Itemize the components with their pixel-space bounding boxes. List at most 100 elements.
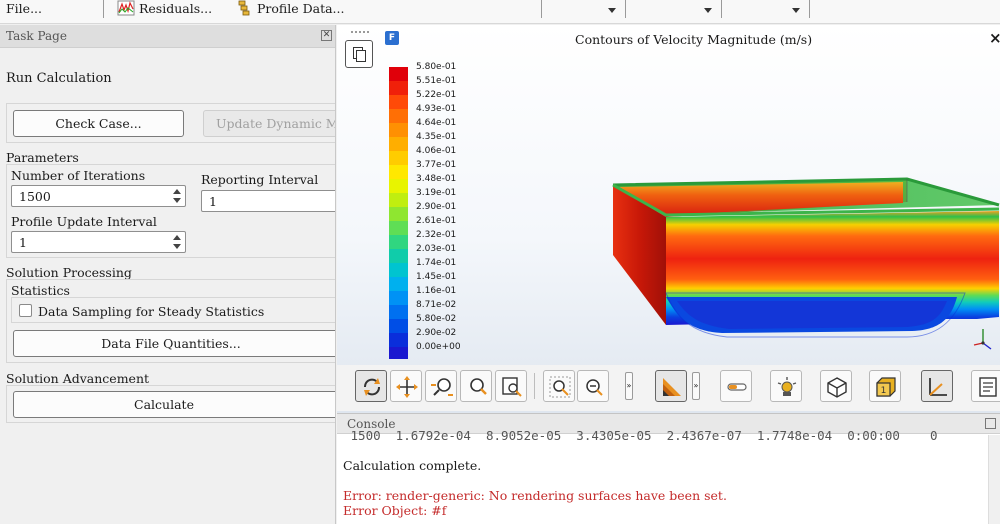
mesh-display-button[interactable]	[720, 370, 752, 402]
pan-button[interactable]	[390, 370, 422, 402]
colorbar-swatch	[389, 319, 408, 333]
update-dynamic-mesh-button[interactable]: Update Dynamic Mesh...	[203, 110, 335, 137]
colorbar-label: 5.22e-01	[416, 90, 457, 100]
colorbar-swatch	[389, 151, 408, 165]
colorbar-label: 2.61e-01	[416, 216, 457, 226]
solution-advancement-label: Solution Advancement	[6, 371, 150, 386]
console-line: Calculation complete.	[343, 458, 482, 473]
close-icon[interactable]: ×	[989, 29, 1000, 47]
chevron-down-icon	[792, 8, 800, 13]
toolbar-dropdown-1[interactable]	[542, 0, 624, 20]
colorbar-label: 3.77e-01	[416, 160, 457, 170]
colorbar-swatch	[389, 221, 408, 235]
colorbar-swatch	[389, 235, 408, 249]
colorbar-label: 0.00e+00	[416, 342, 461, 352]
axes-icon	[929, 378, 947, 396]
svg-text:1: 1	[881, 386, 887, 396]
graphics-title: Contours of Velocity Magnitude (m/s)	[575, 32, 813, 47]
reporting-interval-input[interactable]: 1	[201, 190, 335, 212]
page-title: Run Calculation	[6, 71, 112, 86]
profile-data-button[interactable]: Profile Data...	[237, 0, 344, 20]
lights-button[interactable]	[770, 370, 802, 402]
colorbar-swatch	[389, 277, 408, 291]
stepper-down-icon[interactable]	[173, 244, 181, 249]
residuals-icon	[117, 0, 135, 16]
stepper-down-icon[interactable]	[173, 198, 181, 203]
check-case-button[interactable]: Check Case...	[13, 110, 184, 137]
profile-data-icon	[238, 0, 250, 16]
axis-triad-icon	[973, 329, 992, 350]
colorbar	[389, 67, 408, 359]
axes-button[interactable]	[921, 370, 953, 402]
number-of-iterations-stepper[interactable]: 1500	[11, 185, 186, 207]
stepper-up-icon[interactable]	[173, 189, 181, 194]
zoom-out-button[interactable]	[577, 370, 609, 402]
colorbar-swatch	[389, 347, 408, 359]
data-file-quantities-button[interactable]: Data File Quantities...	[13, 330, 335, 357]
annotate-icon	[979, 377, 997, 397]
zoom-to-area-button[interactable]	[460, 370, 492, 402]
close-icon[interactable]: ✕	[321, 30, 332, 41]
colorbar-swatch	[389, 95, 408, 109]
windows-icon	[356, 50, 366, 62]
colorbar-swatch	[389, 207, 408, 221]
pan-icon	[396, 376, 418, 398]
reporting-interval-label: Reporting Interval	[201, 172, 319, 187]
colorbar-swatch	[389, 193, 408, 207]
colorbar-label: 5.51e-01	[416, 76, 457, 86]
solution-processing-label: Solution Processing	[6, 265, 132, 280]
contours-button[interactable]	[655, 370, 687, 402]
colorbar-swatch	[389, 109, 408, 123]
parameters-label: Parameters	[6, 150, 79, 165]
toolbar-dropdown-2[interactable]	[626, 0, 720, 20]
view-front-icon: 1	[876, 377, 896, 397]
toolbar-divider	[534, 373, 535, 399]
zoom-icon	[431, 378, 453, 396]
cube-icon	[827, 377, 847, 398]
view-front-button[interactable]: 1	[869, 370, 901, 402]
drag-handle[interactable]	[351, 31, 369, 35]
console-panel[interactable]: Console 1500 1.6792e-04 8.9052e-05 3.430…	[337, 413, 1000, 524]
stepper-up-icon[interactable]	[173, 235, 181, 240]
profile-update-interval-stepper[interactable]: 1	[11, 231, 186, 253]
zoom-in-out-button[interactable]	[425, 370, 457, 402]
colorbar-label: 5.80e-01	[416, 62, 457, 72]
console-scrollbar[interactable]	[988, 435, 1000, 524]
graphics-window[interactable]: F Contours of Velocity Magnitude (m/s) ×…	[337, 25, 1000, 413]
colorbar-label: 1.16e-01	[416, 286, 457, 296]
float-window-icon[interactable]	[985, 418, 996, 429]
window-layout-button[interactable]	[345, 40, 373, 68]
colorbar-label: 4.06e-01	[416, 146, 457, 156]
colorbar-label: 2.32e-01	[416, 230, 457, 240]
residuals-button[interactable]: Residuals...	[117, 0, 212, 20]
colorbar-label: 8.71e-02	[416, 300, 457, 310]
update-dynamic-mesh-button-label: Update Dynamic Mesh...	[216, 116, 335, 131]
contours-icon	[663, 378, 681, 396]
rotate-button[interactable]	[355, 370, 387, 402]
more-tools-button[interactable]: »	[625, 372, 633, 400]
number-of-iterations-value: 1500	[19, 189, 51, 204]
toolbar-dropdown-3[interactable]	[722, 0, 808, 20]
fit-icon	[502, 377, 522, 397]
colorbar-label: 1.45e-01	[416, 272, 457, 282]
calculate-button[interactable]: Calculate	[13, 391, 335, 418]
more-tools-button[interactable]: »	[692, 372, 700, 400]
profile-data-button-label: Profile Data...	[256, 1, 345, 16]
fluent-logo: F	[385, 31, 399, 45]
colorbar-swatch	[389, 249, 408, 263]
toolbar-divider	[809, 0, 810, 18]
colorbar-swatch	[389, 81, 408, 95]
lights-icon	[777, 377, 797, 396]
console-error-line: Error: render-generic: No rendering surf…	[343, 488, 727, 503]
fit-to-window-button[interactable]	[495, 370, 527, 402]
file-button[interactable]: File...	[6, 0, 42, 20]
colorbar-label: 5.80e-02	[416, 314, 457, 324]
zoom-in-button[interactable]	[543, 370, 575, 402]
annotate-button[interactable]	[971, 370, 1000, 402]
reporting-interval-value: 1	[209, 194, 217, 209]
view-isometric-button[interactable]	[820, 370, 852, 402]
data-sampling-checkbox[interactable]	[19, 304, 32, 317]
profile-update-interval-label: Profile Update Interval	[11, 214, 157, 229]
rotate-icon	[364, 378, 380, 396]
toolbar-divider	[103, 0, 104, 18]
